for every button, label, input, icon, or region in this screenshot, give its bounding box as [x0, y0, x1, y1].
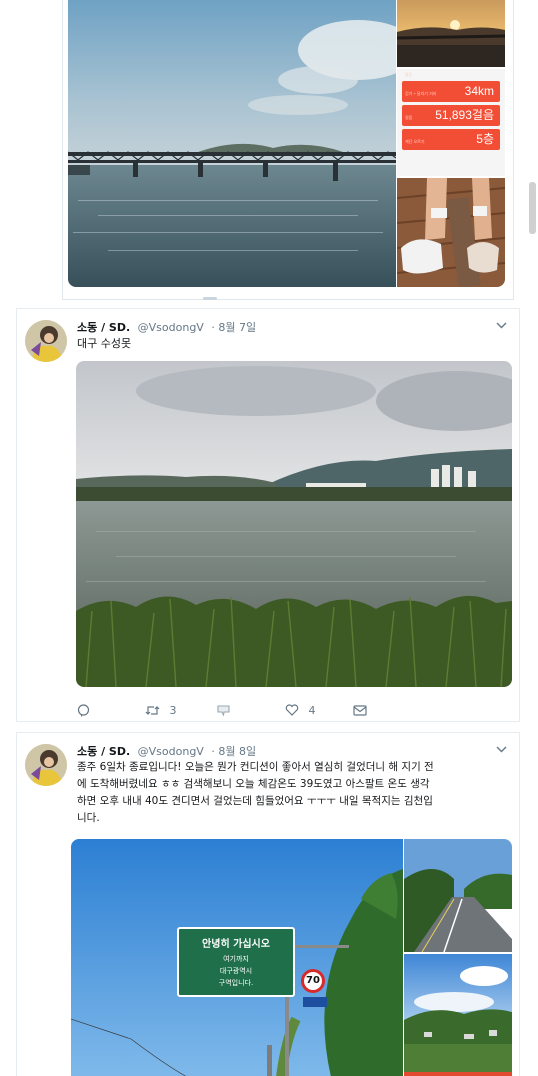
- scrollbar[interactable]: [529, 182, 536, 234]
- stat-distance: 걷기 + 달리기 거리 34km: [402, 81, 500, 102]
- chevron-down-icon[interactable]: [496, 321, 507, 332]
- envelope-icon: [353, 703, 367, 716]
- stat-steps: 걸음 51,893걸음: [402, 105, 500, 126]
- like-button[interactable]: 4: [285, 703, 316, 717]
- reply-button[interactable]: [77, 703, 90, 717]
- tweet-card-top: 활동 걷기 + 달리기 거리 34km 걸음 51,893걸음 계단 오르기 5…: [62, 0, 514, 300]
- chevron-down-icon[interactable]: [496, 745, 507, 756]
- farewell-road-sign: 안녕히 가십시오 여기까지 대구광역시 구역입니다.: [177, 927, 295, 997]
- road-sign-photo[interactable]: 안녕히 가십시오 여기까지 대구광역시 구역입니다. 70: [71, 839, 403, 1076]
- retweet-count: 3: [169, 703, 177, 717]
- avatar[interactable]: [25, 320, 67, 362]
- user-handle[interactable]: @VsodongV: [138, 321, 204, 334]
- display-name[interactable]: 소동 / SD.: [77, 321, 130, 334]
- tweet-text: 대구 수성못: [77, 337, 132, 350]
- tweet-card[interactable]: 소동 / SD. @VsodongV · 8월 8일 종주 6일차 종료입니다!…: [16, 732, 520, 1076]
- retweet-button[interactable]: 3: [145, 703, 177, 717]
- village-photo[interactable]: [404, 954, 512, 1076]
- like-count: 4: [308, 703, 316, 717]
- direct-message-button[interactable]: [353, 703, 367, 716]
- tweet-actions: 3 4: [77, 703, 377, 719]
- avatar[interactable]: [25, 744, 67, 786]
- message-bubble-icon: [217, 703, 230, 717]
- display-name[interactable]: 소동 / SD.: [77, 745, 130, 758]
- tweet-date[interactable]: · 8월 8일: [211, 745, 256, 758]
- tweet-header: 소동 / SD. @VsodongV · 8월 8일: [77, 743, 256, 759]
- tweet-header: 소동 / SD. @VsodongV · 8월 7일: [77, 319, 256, 335]
- speed-limit-sign: 70: [301, 969, 325, 993]
- scroll-dot-indicator: [203, 297, 217, 300]
- message-share-button[interactable]: [217, 703, 230, 717]
- sunset-photo[interactable]: [397, 0, 505, 67]
- lake-photo[interactable]: [76, 361, 512, 687]
- highway-photo[interactable]: [404, 839, 512, 952]
- stats-caption: 활동: [405, 72, 413, 77]
- tweet-card[interactable]: 소동 / SD. @VsodongV · 8월 7일 대구 수성못 3 4: [16, 308, 520, 722]
- reply-icon: [77, 703, 90, 717]
- tweet-date[interactable]: · 8월 7일: [211, 321, 256, 334]
- river-bridge-photo[interactable]: [68, 0, 396, 287]
- step-stats-photo[interactable]: 활동 걷기 + 달리기 거리 34km 걸음 51,893걸음 계단 오르기 5…: [397, 69, 505, 176]
- user-handle[interactable]: @VsodongV: [138, 745, 204, 758]
- bandaged-feet-photo[interactable]: [397, 178, 505, 287]
- retweet-icon: [145, 703, 160, 716]
- tweet-text: 종주 6일차 종료입니다! 오늘은 뭔가 컨디션이 좋아서 열심히 걸었더니 해…: [77, 761, 434, 824]
- heart-icon: [285, 703, 299, 716]
- stat-floors: 계단 오르기 5층: [402, 129, 500, 150]
